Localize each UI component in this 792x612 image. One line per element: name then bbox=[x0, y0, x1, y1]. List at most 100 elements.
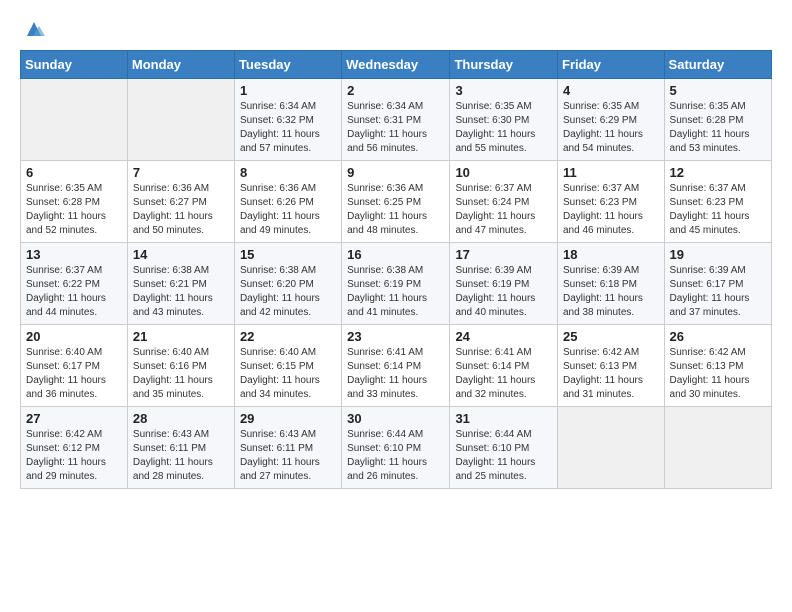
logo bbox=[20, 20, 45, 40]
page-header bbox=[20, 20, 772, 40]
calendar-cell: 6 Sunrise: 6:35 AMSunset: 6:28 PMDaylight… bbox=[21, 161, 128, 243]
calendar-cell: 23Sunrise: 6:41 AMSunset: 6:14 PMDayligh… bbox=[342, 325, 450, 407]
cell-info: Sunrise: 6:37 AMSunset: 6:24 PMDaylight:… bbox=[455, 182, 552, 238]
cell-info: Sunrise: 6:37 AMSunset: 6:22 PMDaylight:… bbox=[26, 264, 122, 320]
day-number: 14 bbox=[133, 247, 229, 262]
cell-info: Sunrise: 6:35 AMSunset: 6:28 PMDaylight:… bbox=[26, 182, 122, 238]
calendar-cell: 11 Sunrise: 6:37 AMSunset: 6:23 PMDayligh… bbox=[558, 161, 665, 243]
calendar-cell: 26 Sunrise: 6:42 AMSunset: 6:13 PMDayligh… bbox=[664, 325, 771, 407]
cell-info: Sunrise: 6:36 AMSunset: 6:26 PMDaylight:… bbox=[240, 182, 336, 238]
calendar-cell: 24Sunrise: 6:41 AMSunset: 6:14 PMDayligh… bbox=[450, 325, 558, 407]
calendar-cell: 17 Sunrise: 6:39 AMSunset: 6:19 PMDayligh… bbox=[450, 243, 558, 325]
week-row-0: 1 Sunrise: 6:34 AMSunset: 6:32 PMDaylight… bbox=[21, 79, 772, 161]
calendar-cell: 2Sunrise: 6:34 AMSunset: 6:31 PMDaylight… bbox=[342, 79, 450, 161]
day-number: 7 bbox=[133, 165, 229, 180]
day-number: 29 bbox=[240, 411, 336, 426]
calendar-cell bbox=[21, 79, 128, 161]
day-number: 21 bbox=[133, 329, 229, 344]
cell-info: Sunrise: 6:36 AMSunset: 6:25 PMDaylight:… bbox=[347, 182, 444, 238]
day-number: 2 bbox=[347, 83, 444, 98]
cell-info: Sunrise: 6:42 AMSunset: 6:13 PMDaylight:… bbox=[670, 346, 766, 402]
day-header-sunday: Sunday bbox=[21, 51, 128, 79]
day-number: 17 bbox=[455, 247, 552, 262]
day-number: 8 bbox=[240, 165, 336, 180]
week-row-3: 20 Sunrise: 6:40 AMSunset: 6:17 PMDayligh… bbox=[21, 325, 772, 407]
calendar-cell: 19 Sunrise: 6:39 AMSunset: 6:17 PMDayligh… bbox=[664, 243, 771, 325]
calendar-cell bbox=[127, 79, 234, 161]
day-number: 12 bbox=[670, 165, 766, 180]
day-number: 5 bbox=[670, 83, 766, 98]
calendar-cell: 21 Sunrise: 6:40 AMSunset: 6:16 PMDayligh… bbox=[127, 325, 234, 407]
calendar-cell: 29 Sunrise: 6:43 AMSunset: 6:11 PMDayligh… bbox=[234, 407, 341, 489]
calendar-cell: 12 Sunrise: 6:37 AMSunset: 6:23 PMDayligh… bbox=[664, 161, 771, 243]
cell-info: Sunrise: 6:35 AMSunset: 6:29 PMDaylight:… bbox=[563, 100, 659, 156]
cell-info: Sunrise: 6:36 AMSunset: 6:27 PMDaylight:… bbox=[133, 182, 229, 238]
day-number: 22 bbox=[240, 329, 336, 344]
calendar-cell: 31Sunrise: 6:44 AMSunset: 6:10 PMDayligh… bbox=[450, 407, 558, 489]
day-header-saturday: Saturday bbox=[664, 51, 771, 79]
cell-info: Sunrise: 6:37 AMSunset: 6:23 PMDaylight:… bbox=[670, 182, 766, 238]
week-row-1: 6 Sunrise: 6:35 AMSunset: 6:28 PMDaylight… bbox=[21, 161, 772, 243]
day-number: 1 bbox=[240, 83, 336, 98]
cell-info: Sunrise: 6:35 AMSunset: 6:30 PMDaylight:… bbox=[455, 100, 552, 156]
cell-info: Sunrise: 6:40 AMSunset: 6:17 PMDaylight:… bbox=[26, 346, 122, 402]
day-number: 10 bbox=[455, 165, 552, 180]
cell-info: Sunrise: 6:40 AMSunset: 6:16 PMDaylight:… bbox=[133, 346, 229, 402]
calendar-cell: 27 Sunrise: 6:42 AMSunset: 6:12 PMDayligh… bbox=[21, 407, 128, 489]
day-number: 15 bbox=[240, 247, 336, 262]
day-header-tuesday: Tuesday bbox=[234, 51, 341, 79]
calendar-cell bbox=[558, 407, 665, 489]
calendar-header-row: SundayMondayTuesdayWednesdayThursdayFrid… bbox=[21, 51, 772, 79]
day-number: 6 bbox=[26, 165, 122, 180]
week-row-4: 27 Sunrise: 6:42 AMSunset: 6:12 PMDayligh… bbox=[21, 407, 772, 489]
day-number: 25 bbox=[563, 329, 659, 344]
calendar-cell: 8 Sunrise: 6:36 AMSunset: 6:26 PMDaylight… bbox=[234, 161, 341, 243]
cell-info: Sunrise: 6:37 AMSunset: 6:23 PMDaylight:… bbox=[563, 182, 659, 238]
day-number: 9 bbox=[347, 165, 444, 180]
cell-info: Sunrise: 6:44 AMSunset: 6:10 PMDaylight:… bbox=[347, 428, 444, 484]
day-number: 18 bbox=[563, 247, 659, 262]
calendar-cell: 20 Sunrise: 6:40 AMSunset: 6:17 PMDayligh… bbox=[21, 325, 128, 407]
day-number: 28 bbox=[133, 411, 229, 426]
calendar-cell: 28Sunrise: 6:43 AMSunset: 6:11 PMDayligh… bbox=[127, 407, 234, 489]
calendar-cell: 14 Sunrise: 6:38 AMSunset: 6:21 PMDayligh… bbox=[127, 243, 234, 325]
day-number: 23 bbox=[347, 329, 444, 344]
day-header-friday: Friday bbox=[558, 51, 665, 79]
week-row-2: 13 Sunrise: 6:37 AMSunset: 6:22 PMDayligh… bbox=[21, 243, 772, 325]
day-number: 27 bbox=[26, 411, 122, 426]
day-number: 19 bbox=[670, 247, 766, 262]
day-number: 13 bbox=[26, 247, 122, 262]
day-number: 11 bbox=[563, 165, 659, 180]
day-number: 3 bbox=[455, 83, 552, 98]
day-number: 20 bbox=[26, 329, 122, 344]
calendar-cell: 7 Sunrise: 6:36 AMSunset: 6:27 PMDaylight… bbox=[127, 161, 234, 243]
cell-info: Sunrise: 6:38 AMSunset: 6:21 PMDaylight:… bbox=[133, 264, 229, 320]
logo-icon bbox=[23, 18, 45, 40]
day-header-wednesday: Wednesday bbox=[342, 51, 450, 79]
day-number: 26 bbox=[670, 329, 766, 344]
cell-info: Sunrise: 6:39 AMSunset: 6:17 PMDaylight:… bbox=[670, 264, 766, 320]
cell-info: Sunrise: 6:34 AMSunset: 6:32 PMDaylight:… bbox=[240, 100, 336, 156]
cell-info: Sunrise: 6:38 AMSunset: 6:19 PMDaylight:… bbox=[347, 264, 444, 320]
day-number: 16 bbox=[347, 247, 444, 262]
cell-info: Sunrise: 6:44 AMSunset: 6:10 PMDaylight:… bbox=[455, 428, 552, 484]
cell-info: Sunrise: 6:42 AMSunset: 6:13 PMDaylight:… bbox=[563, 346, 659, 402]
cell-info: Sunrise: 6:35 AMSunset: 6:28 PMDaylight:… bbox=[670, 100, 766, 156]
day-header-thursday: Thursday bbox=[450, 51, 558, 79]
day-number: 30 bbox=[347, 411, 444, 426]
cell-info: Sunrise: 6:39 AMSunset: 6:19 PMDaylight:… bbox=[455, 264, 552, 320]
calendar-cell bbox=[664, 407, 771, 489]
day-number: 4 bbox=[563, 83, 659, 98]
cell-info: Sunrise: 6:40 AMSunset: 6:15 PMDaylight:… bbox=[240, 346, 336, 402]
cell-info: Sunrise: 6:42 AMSunset: 6:12 PMDaylight:… bbox=[26, 428, 122, 484]
calendar-cell: 9 Sunrise: 6:36 AMSunset: 6:25 PMDaylight… bbox=[342, 161, 450, 243]
calendar-table: SundayMondayTuesdayWednesdayThursdayFrid… bbox=[20, 50, 772, 489]
calendar-cell: 25 Sunrise: 6:42 AMSunset: 6:13 PMDayligh… bbox=[558, 325, 665, 407]
cell-info: Sunrise: 6:38 AMSunset: 6:20 PMDaylight:… bbox=[240, 264, 336, 320]
calendar-cell: 13 Sunrise: 6:37 AMSunset: 6:22 PMDayligh… bbox=[21, 243, 128, 325]
calendar-cell: 4 Sunrise: 6:35 AMSunset: 6:29 PMDaylight… bbox=[558, 79, 665, 161]
calendar-cell: 1 Sunrise: 6:34 AMSunset: 6:32 PMDaylight… bbox=[234, 79, 341, 161]
cell-info: Sunrise: 6:43 AMSunset: 6:11 PMDaylight:… bbox=[240, 428, 336, 484]
calendar-cell: 18Sunrise: 6:39 AMSunset: 6:18 PMDayligh… bbox=[558, 243, 665, 325]
day-header-monday: Monday bbox=[127, 51, 234, 79]
